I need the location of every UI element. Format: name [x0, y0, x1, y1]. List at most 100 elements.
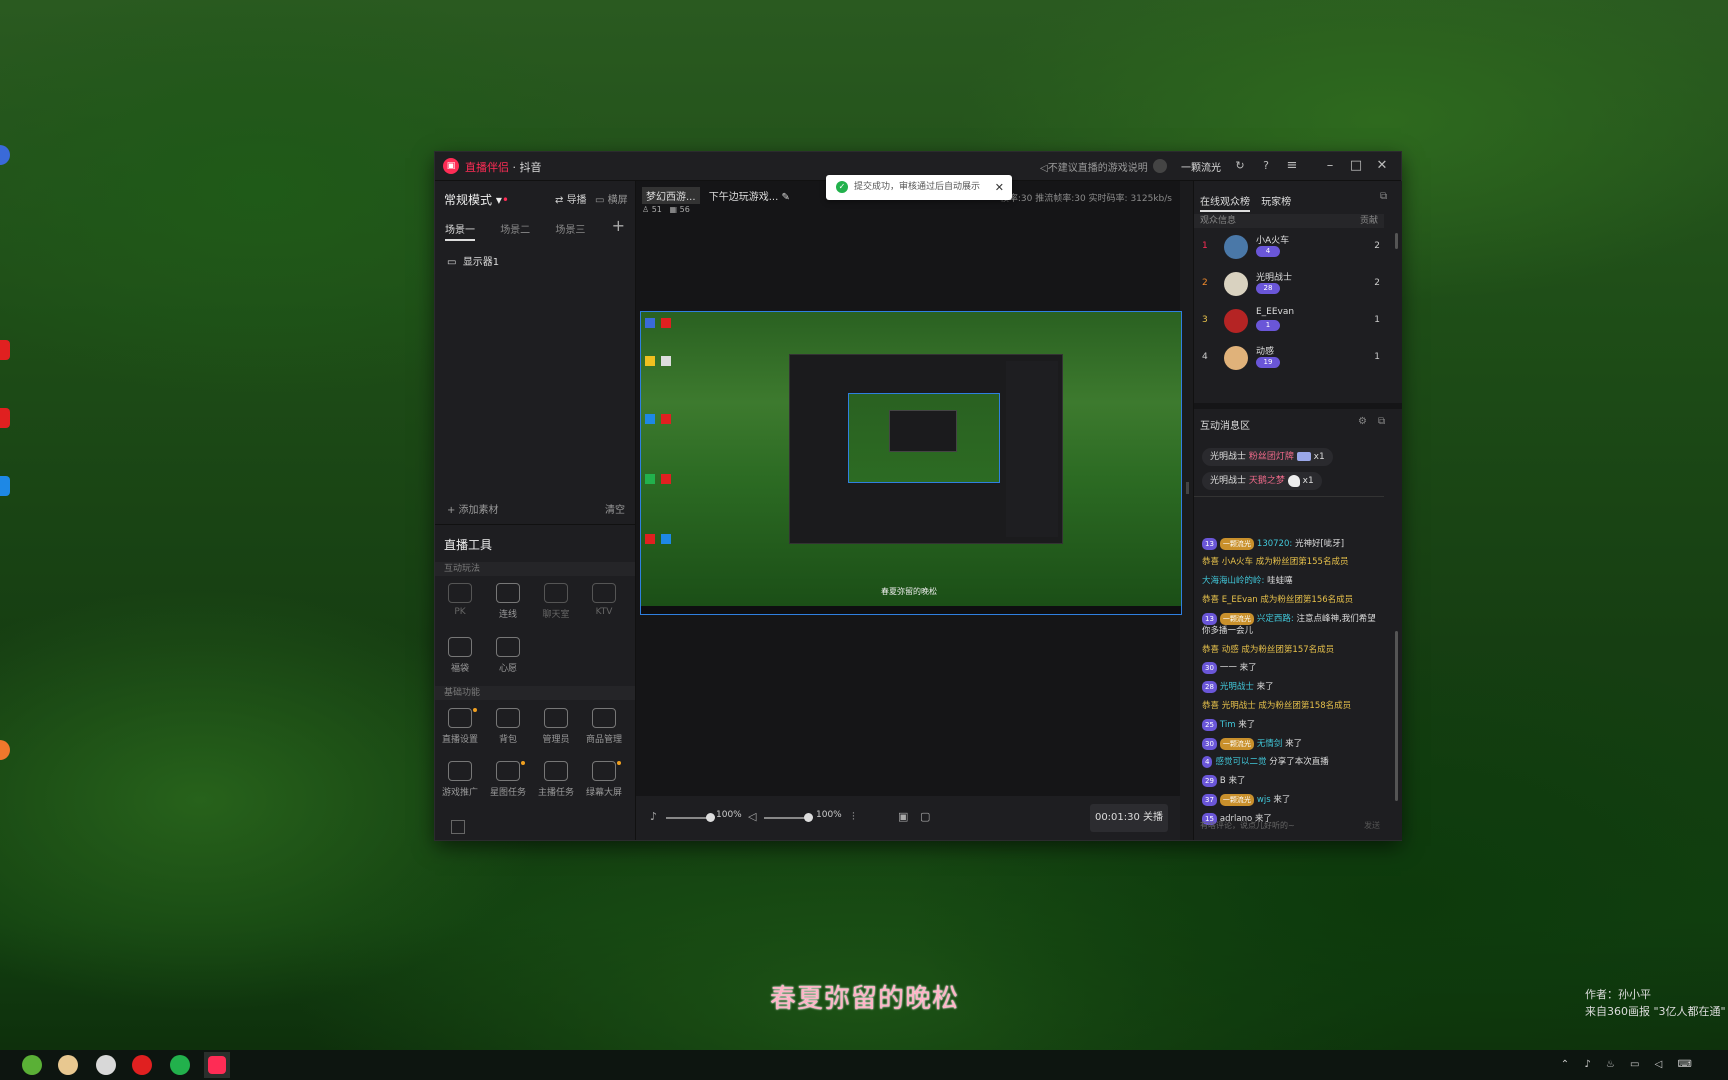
user-avatar[interactable] — [1153, 159, 1167, 173]
end-live-button[interactable]: 00:01:30 关播 — [1090, 804, 1168, 832]
gift-name: 天鹅之梦 — [1248, 476, 1285, 486]
desktop-app-icon[interactable] — [0, 145, 10, 165]
system-tray[interactable]: ⌃ ♪ ♨ ▭ ◁ ⌨ — [1561, 1059, 1698, 1070]
greenscreen-tool[interactable]: 绿幕大屏 — [580, 761, 628, 798]
mic-icon[interactable]: ♪ — [650, 810, 657, 823]
message-user[interactable]: wjs — [1257, 795, 1271, 805]
message-user[interactable]: 130720: — [1257, 539, 1292, 549]
add-source-button[interactable]: + 添加素材 — [447, 501, 499, 516]
message-scrollbar[interactable] — [1395, 631, 1398, 801]
add-scene-icon[interactable]: + — [612, 216, 625, 235]
panel-splitter[interactable] — [1186, 482, 1189, 494]
game-notice-link[interactable]: ◁不建议直播的游戏说明 — [1040, 159, 1148, 174]
mic-volume-knob[interactable] — [706, 813, 715, 822]
star-task-tool[interactable]: 星图任务 — [484, 761, 532, 798]
username[interactable]: 一颗流光 — [1181, 159, 1221, 174]
settings-icon[interactable]: ⚙ — [1358, 416, 1367, 427]
section-basic: 基础功能 — [435, 686, 635, 700]
control-bar: ♪ 100% ◁ 100% ⫶ ▣ ▢ 00:01:30 关播 — [636, 796, 1180, 840]
backpack-tool[interactable]: 背包 — [484, 708, 532, 745]
taskbar-app-icon[interactable] — [96, 1055, 116, 1075]
clear-button[interactable]: 清空 — [605, 501, 625, 516]
level-badge: 37 — [1202, 794, 1217, 806]
desktop-app-icon[interactable] — [0, 740, 10, 760]
message-user[interactable]: 兴定西路: — [1257, 614, 1294, 624]
camera-icon[interactable]: ▣ — [898, 810, 908, 823]
message-user[interactable]: 恭喜 动感 — [1202, 645, 1239, 655]
edit-icon[interactable]: ✎ — [781, 192, 789, 203]
help-icon[interactable]: ? — [1256, 156, 1276, 176]
guide-button[interactable]: ⇄ 导播 — [555, 191, 587, 206]
message-user[interactable]: 光明战士 — [1220, 682, 1254, 692]
product-tool[interactable]: 商品管理 — [580, 708, 628, 745]
tab-scene-3[interactable]: 场景三 — [555, 225, 585, 236]
audience-scrollbar[interactable] — [1395, 233, 1398, 249]
message-text: 来了 — [1256, 682, 1274, 692]
refresh-icon[interactable]: ↻ — [1230, 156, 1250, 176]
like-count: 56 — [679, 205, 690, 214]
taskbar-active-app[interactable] — [204, 1052, 230, 1078]
message-user[interactable]: 一一 — [1220, 663, 1237, 673]
mic-volume-slider[interactable] — [666, 813, 715, 822]
taskbar-app-icon[interactable] — [22, 1055, 42, 1075]
comment-input[interactable]: 有啥评论，说点儿好听的~ 发送 — [1200, 818, 1386, 834]
taskbar-app-icon[interactable] — [58, 1055, 78, 1075]
viewer-row[interactable]: 3 E_EEvan 1 1 — [1200, 307, 1384, 337]
link-tool[interactable]: 连线 — [484, 583, 532, 620]
layout-icon[interactable] — [451, 820, 465, 834]
chatroom-tool[interactable]: 聊天室 — [532, 583, 580, 620]
message-user[interactable]: 感觉可以二觉 — [1215, 757, 1266, 767]
speaker-volume-slider[interactable] — [764, 813, 813, 822]
category-chip[interactable]: 梦幻西游... — [642, 187, 700, 204]
ktv-tool[interactable]: KTV — [580, 583, 628, 617]
tab-player-rank[interactable]: 玩家榜 — [1261, 197, 1291, 208]
viewer-name: 小A火车 — [1256, 236, 1290, 246]
record-icon[interactable]: ▢ — [920, 810, 930, 823]
viewer-row[interactable]: 2 光明战士 28 2 — [1200, 270, 1384, 300]
pk-tool[interactable]: PK — [436, 583, 484, 617]
landscape-button[interactable]: ▭ 横屏 — [595, 191, 628, 206]
game-promo-tool[interactable]: 游戏推广 — [436, 761, 484, 798]
source-item-display[interactable]: ▭ 显示器1 — [447, 253, 499, 268]
viewer-row[interactable]: 4 动感 19 1 — [1200, 344, 1384, 374]
popout-icon[interactable]: ⧉ — [1380, 191, 1387, 202]
send-button[interactable]: 发送 — [1364, 818, 1380, 834]
speaker-icon[interactable]: ◁ — [748, 810, 756, 823]
stream-title-row: 梦幻西游... 下午边玩游戏... ✎ — [642, 187, 790, 204]
desktop-app-icon[interactable] — [0, 408, 10, 428]
mode-selector[interactable]: 常规模式 ▾• — [444, 191, 509, 208]
wish-tool[interactable]: 心愿 — [484, 637, 532, 674]
avatar — [1224, 272, 1248, 296]
admin-tool[interactable]: 管理员 — [532, 708, 580, 745]
desktop-app-icon[interactable] — [0, 476, 10, 496]
popout-icon[interactable]: ⧉ — [1378, 416, 1385, 427]
viewer-row[interactable]: 1 小A火车 4 2 — [1200, 233, 1384, 263]
menu-icon[interactable]: ≡ — [1282, 156, 1302, 176]
message-user[interactable]: 恭喜 光明战士 — [1202, 701, 1256, 711]
stream-preview[interactable]: 春夏弥留的晚松 — [640, 311, 1182, 615]
wechat-icon[interactable] — [170, 1055, 190, 1075]
maximize-button[interactable]: □ — [1346, 156, 1366, 176]
speaker-volume-knob[interactable] — [804, 813, 813, 822]
message-user[interactable]: Tim — [1220, 720, 1236, 730]
tab-scene-1[interactable]: 场景一 — [445, 225, 475, 241]
level-badge: 19 — [1256, 357, 1280, 368]
desktop-app-icon[interactable] — [0, 340, 10, 360]
lucky-bag-tool[interactable]: 福袋 — [436, 637, 484, 674]
message-user[interactable]: 恭喜 E_EEvan — [1202, 595, 1258, 605]
app-title: 直播伴侣 · 抖音 — [465, 159, 542, 175]
toast-close-icon[interactable]: ✕ — [995, 175, 1004, 200]
message-user[interactable]: 恭喜 小A火车 — [1202, 557, 1253, 567]
live-settings-tool[interactable]: 直播设置 — [436, 708, 484, 745]
tab-online-audience[interactable]: 在线观众榜 — [1200, 197, 1250, 212]
message-user[interactable]: 大海海山岭的岭: — [1202, 576, 1264, 586]
message-user[interactable]: B — [1220, 776, 1226, 786]
tab-scene-2[interactable]: 场景二 — [500, 225, 530, 236]
netease-music-icon[interactable] — [132, 1055, 152, 1075]
minimize-button[interactable]: – — [1320, 156, 1340, 176]
close-button[interactable]: ✕ — [1372, 156, 1392, 176]
stream-rates: 帧率:30 推流帧率:30 实时码率: 3125kb/s — [999, 194, 1172, 204]
anchor-task-tool[interactable]: 主播任务 — [532, 761, 580, 798]
mixer-icon[interactable]: ⫶ — [852, 810, 855, 824]
message-user[interactable]: 无情剑 — [1257, 739, 1283, 749]
